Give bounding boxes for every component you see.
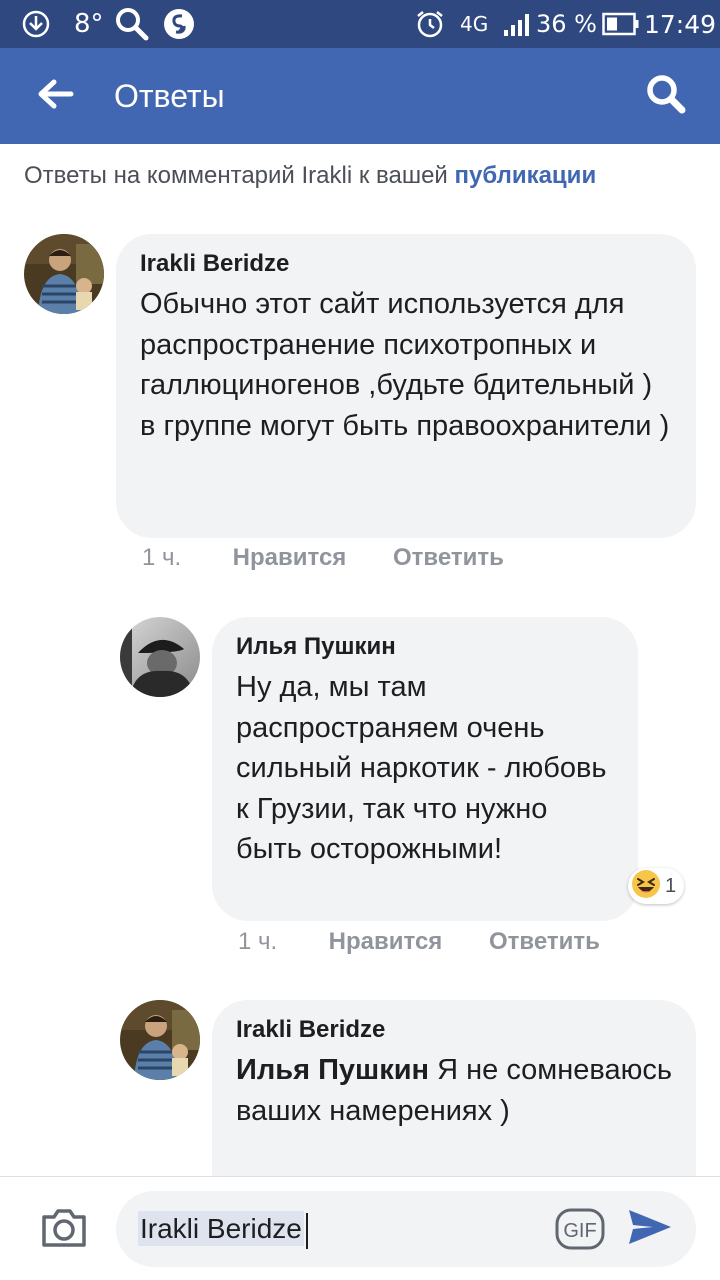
- search-button[interactable]: [634, 66, 698, 126]
- comment-text: Обычно этот сайт используется для распро…: [140, 288, 670, 442]
- reply-button[interactable]: Ответить: [393, 544, 504, 572]
- context-text: Ответы на комментарий Irakli к вашей: [24, 162, 455, 189]
- arrow-left-icon: [35, 78, 75, 115]
- reply-actions: 1 ч. Нравится Ответить: [238, 928, 600, 960]
- reply-text: Ну да, мы там распространяем очень сильн…: [236, 671, 607, 865]
- shazam-icon: [162, 0, 196, 48]
- search-icon: [644, 72, 688, 121]
- camera-icon: [39, 1205, 89, 1254]
- status-bar: 8° 4G 36 % 17:49: [0, 0, 720, 48]
- back-button[interactable]: [22, 66, 88, 126]
- text-caret: [305, 1212, 308, 1249]
- mention-link[interactable]: Илья Пушкин: [236, 1054, 429, 1086]
- gif-button[interactable]: GIF: [554, 1207, 606, 1251]
- comment-author[interactable]: Irakli Beridze: [140, 250, 672, 278]
- reply-text: Илья Пушкин Я не сомневаюсь ваших намере…: [236, 1050, 672, 1131]
- comment-actions: 1 ч. Нравится Ответить: [142, 544, 504, 576]
- haha-emoji-icon: [631, 869, 661, 904]
- comment-time: 1 ч.: [142, 544, 182, 571]
- battery-percent: 36 %: [536, 10, 597, 38]
- reply-bubble: Илья Пушкин Ну да, мы там распространяем…: [212, 617, 638, 921]
- send-button[interactable]: [624, 1205, 676, 1253]
- page-title: Ответы: [114, 78, 225, 114]
- app-bar: Ответы: [0, 48, 720, 144]
- camera-button[interactable]: [36, 1203, 92, 1255]
- avatar-ilya[interactable]: [120, 617, 200, 697]
- search-status-icon: [114, 0, 150, 48]
- composer-bar: Irakli Beridze GIF: [0, 1176, 720, 1280]
- reply-time: 1 ч.: [238, 928, 278, 955]
- mention-tag: Irakli Beridze: [138, 1211, 304, 1246]
- network-type: 4G: [460, 12, 489, 36]
- avatar-irakli[interactable]: [120, 1000, 200, 1080]
- avatar-irakli[interactable]: [24, 234, 104, 314]
- comment-input-field[interactable]: Irakli Beridze GIF: [116, 1191, 696, 1267]
- publication-link[interactable]: публикации: [455, 162, 597, 189]
- reply-author[interactable]: Илья Пушкин: [236, 633, 614, 661]
- battery-icon: [602, 0, 640, 48]
- reaction-count: 1: [665, 874, 677, 897]
- reply-author[interactable]: Irakli Beridze: [236, 1016, 672, 1044]
- signal-icon: [502, 0, 534, 48]
- like-button[interactable]: Нравится: [329, 928, 443, 956]
- comment-bubble: Irakli Beridze Обычно этот сайт использу…: [116, 234, 696, 538]
- context-line: Ответы на комментарий Irakli к вашей пуб…: [24, 162, 704, 190]
- alarm-icon: [414, 0, 446, 48]
- download-icon: [20, 0, 52, 48]
- like-button[interactable]: Нравится: [233, 544, 347, 572]
- comment-input[interactable]: Irakli Beridze: [138, 1191, 308, 1267]
- clock: 17:49: [644, 9, 717, 39]
- reaction-badge[interactable]: 1: [628, 868, 685, 904]
- temperature: 8°: [74, 9, 104, 39]
- gif-label: GIF: [563, 1220, 596, 1242]
- send-icon: [627, 1206, 673, 1253]
- reply-button[interactable]: Ответить: [489, 928, 600, 956]
